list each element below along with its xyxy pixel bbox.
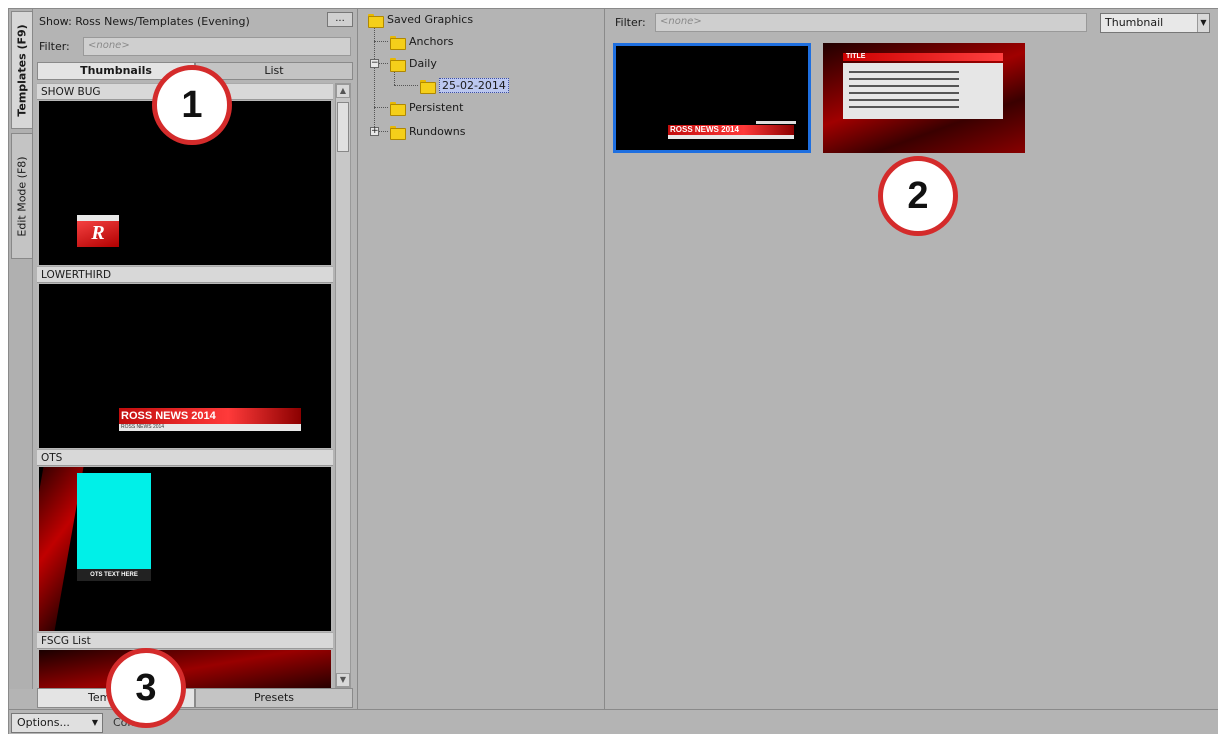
preview-filter-input[interactable]: <none> [655,13,1087,32]
graphic-list-box [843,63,1003,119]
scroll-thumb[interactable] [337,102,349,152]
graphic-subtitle-bar [668,135,794,139]
template-label: OTS [37,449,333,466]
callout-1: 1 [152,65,232,145]
ots-box [77,473,151,569]
saved-graphic-thumb-1[interactable]: ROSS NEWS 2014 [613,43,811,153]
expand-icon[interactable]: + [370,127,379,136]
saved-graphics-preview: Filter: <none> Thumbnail ▼ ROSS NEWS 201… [607,9,1218,709]
tree-item-rundowns[interactable]: Rundowns [390,125,466,140]
tab-edit-mode-label: Edit Mode (F8) [15,155,29,237]
template-thumbnail: ROSS NEWS 2014 ROSS NEWS 2014 [39,284,331,448]
folder-icon [390,35,406,50]
template-thumbnail-list: SHOW BUG R LOWERTHIRD ROSS NEWS 2014 ROS… [37,83,333,688]
tree-guide-line [374,27,375,131]
collapse-icon[interactable]: − [370,59,379,68]
callout-3: 3 [106,648,186,728]
tree-item-date[interactable]: 25-02-2014 [420,78,509,94]
graphic-list-line [849,92,959,94]
scroll-down-icon[interactable]: ▼ [336,673,350,687]
folder-icon [420,79,436,94]
template-label: LOWERTHIRD [37,266,333,283]
template-filter-input[interactable]: <none> [83,36,351,56]
folder-icon [390,125,406,140]
tree-item-label: Persistent [409,101,464,114]
browse-show-button[interactable]: ... [327,12,353,27]
tree-item-label: 25-02-2014 [439,78,509,93]
lowerthird-title-bar: ROSS NEWS 2014 [119,408,301,424]
template-label: FSCG List [37,632,333,649]
tab-templates-label: Templates (F9) [15,23,29,117]
folder-icon [390,101,406,116]
options-label: Options... [17,716,70,729]
tab-presets[interactable]: Presets [195,688,353,708]
graphic-title-bar: ROSS NEWS 2014 [668,125,794,135]
graphic-tag [756,121,796,124]
callout-2: 2 [878,156,958,236]
folder-icon [368,13,384,28]
graphic-title: TITLE [843,53,1003,61]
tree-item-label: Saved Graphics [387,13,474,26]
saved-graphic-thumb-2[interactable]: TITLE [823,43,1025,153]
tree-item-saved-graphics[interactable]: Saved Graphics [368,13,474,28]
lowerthird-subtitle-bar: ROSS NEWS 2014 [119,424,301,431]
saved-graphics-tree: − + Saved Graphics Anchors Daily 25-02-2… [357,9,605,709]
ots-text: OTS TEXT HERE [77,569,151,581]
graphic-list-line [849,71,959,73]
template-filter-row: Filter: <none> [39,35,355,57]
tree-guide-line [374,41,388,42]
graphic-list-line [849,78,959,80]
show-path: Show: Ross News/Templates (Evening) [39,14,250,28]
template-list-scrollbar[interactable]: ▲ ▼ [335,83,351,688]
view-mode-value: Thumbnail [1105,16,1164,29]
graphic-list-line [849,99,959,101]
template-item-ots[interactable]: OTS OTS TEXT HERE [37,449,333,631]
bottom-bar: Options... ▼ Conne... [9,709,1218,734]
view-mode-select[interactable]: Thumbnail ▼ [1100,13,1210,33]
show-header: Show: Ross News/Templates (Evening) [39,11,355,31]
tree-item-label: Rundowns [409,125,466,138]
template-item-lowerthird[interactable]: LOWERTHIRD ROSS NEWS 2014 ROSS NEWS 2014 [37,266,333,448]
tab-edit-mode[interactable]: Edit Mode (F8) [11,133,33,259]
filter-label: Filter: [39,39,70,53]
tree-item-anchors[interactable]: Anchors [390,35,454,50]
tree-item-label: Anchors [409,35,454,48]
tree-guide-line [374,107,388,108]
graphic-list-line [849,85,959,87]
folder-icon [390,57,406,72]
tab-templates[interactable]: Templates (F9) [11,11,33,129]
chevron-down-icon: ▼ [91,718,98,727]
preview-filter-label: Filter: [615,16,646,29]
side-tab-strip: Templates (F9) Edit Mode (F8) [9,9,33,689]
tree-guide-line [394,71,395,85]
options-button[interactable]: Options... ▼ [11,713,103,733]
tree-guide-line [394,85,418,86]
tree-item-label: Daily [409,57,437,70]
template-thumbnail: OTS TEXT HERE [39,467,331,631]
chevron-down-icon: ▼ [1197,14,1209,32]
scroll-up-icon[interactable]: ▲ [336,84,350,98]
preview-filter-row: Filter: <none> [615,13,1087,32]
bug-graphic: R [77,215,119,247]
bug-graphic-letter: R [91,222,105,244]
template-bottom-tabs: Templates Presets [37,688,353,708]
graphic-list-line [849,106,959,108]
tree-item-daily[interactable]: Daily [390,57,437,72]
tree-item-persistent[interactable]: Persistent [390,101,464,116]
